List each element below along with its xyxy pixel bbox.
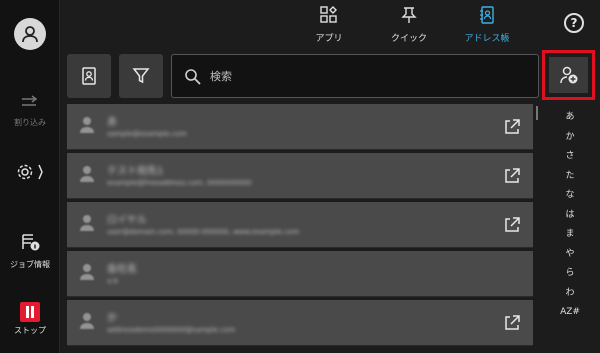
job-info-icon bbox=[22, 234, 40, 251]
filter-icon bbox=[132, 68, 150, 84]
contact-detail: a.b bbox=[107, 277, 118, 285]
job-info-label: ジョブ情報 bbox=[10, 260, 50, 269]
interrupt-label: 割り込み bbox=[14, 118, 46, 127]
contact-name: テスト宛先1 bbox=[107, 166, 164, 177]
contact-name: あ bbox=[107, 117, 117, 128]
left-sidebar: 割り込み ジョブ情報 ストップ bbox=[0, 0, 60, 353]
filter-button[interactable] bbox=[119, 54, 163, 98]
job-info-button[interactable]: ジョブ情報 bbox=[0, 232, 60, 270]
list-item[interactable]: 会社名 a.b bbox=[67, 251, 533, 297]
tab-quick[interactable]: クイック bbox=[379, 6, 439, 44]
open-external-icon[interactable] bbox=[503, 118, 521, 136]
contact-list: あ sample@example.com テスト宛先1 example@freeadd… bbox=[67, 104, 533, 349]
tab-apps-label: アプリ bbox=[315, 34, 343, 44]
open-external-icon[interactable] bbox=[503, 167, 521, 185]
interrupt-button[interactable]: 割り込み bbox=[0, 94, 60, 128]
stop-button[interactable]: ストップ bbox=[0, 302, 60, 336]
user-avatar-icon[interactable] bbox=[14, 18, 46, 50]
help-icon[interactable]: ? bbox=[564, 13, 584, 33]
settings-button[interactable] bbox=[0, 160, 60, 188]
top-tabs: アプリ クイック アドレス帳 ? bbox=[61, 0, 600, 50]
address-book-button[interactable] bbox=[67, 54, 111, 98]
contact-detail: addressdemo0000000@sample.com bbox=[107, 326, 236, 334]
person-icon bbox=[80, 264, 94, 280]
index-letter[interactable]: あ bbox=[547, 108, 593, 128]
list-item[interactable]: ロイヤル user@domain.com, 00000-000000, www.e… bbox=[67, 202, 533, 248]
apps-grid-icon bbox=[320, 6, 337, 23]
index-letter[interactable]: や bbox=[547, 245, 593, 265]
index-letter[interactable]: さ bbox=[547, 147, 593, 167]
open-external-icon[interactable] bbox=[503, 314, 521, 332]
tab-apps[interactable]: アプリ bbox=[299, 6, 359, 44]
list-item[interactable]: テスト宛先1 example@freeaddress.com, 000000000… bbox=[67, 153, 533, 199]
open-external-icon[interactable] bbox=[503, 216, 521, 234]
index-letter[interactable]: た bbox=[547, 167, 593, 187]
index-letter[interactable]: AZ# bbox=[547, 303, 593, 323]
stop-label: ストップ bbox=[14, 326, 46, 335]
contact-detail: example@freeaddress.com, 0000000000 bbox=[107, 179, 252, 187]
index-letter[interactable]: わ bbox=[547, 284, 593, 304]
contact-name: ロイヤル bbox=[107, 215, 147, 226]
stop-icon bbox=[20, 302, 40, 322]
index-letter[interactable]: な bbox=[547, 186, 593, 206]
tab-address-book[interactable]: アドレス帳 bbox=[457, 6, 517, 44]
tab-quick-label: クイック bbox=[390, 34, 427, 44]
contact-name: か bbox=[107, 313, 117, 324]
search-input[interactable] bbox=[210, 65, 530, 87]
pushpin-icon bbox=[401, 7, 417, 23]
scrollbar[interactable] bbox=[536, 106, 538, 120]
person-icon bbox=[80, 166, 94, 182]
search-icon bbox=[185, 69, 201, 85]
index-letter[interactable]: ら bbox=[547, 264, 593, 284]
address-book-icon bbox=[82, 67, 96, 85]
index-letter[interactable]: ま bbox=[547, 225, 593, 245]
interrupt-icon bbox=[22, 95, 38, 106]
index-letter[interactable]: か bbox=[547, 128, 593, 148]
add-contact-button[interactable] bbox=[542, 50, 595, 100]
index-letter[interactable]: は bbox=[547, 206, 593, 226]
person-icon bbox=[80, 313, 94, 329]
tab-address-book-label: アドレス帳 bbox=[464, 34, 510, 44]
contact-detail: user@domain.com, 00000-000000, www.examp… bbox=[107, 228, 300, 236]
search-box[interactable] bbox=[171, 54, 539, 98]
address-book-icon bbox=[480, 6, 494, 24]
person-icon bbox=[80, 117, 94, 133]
contact-name: 会社名 bbox=[107, 264, 137, 275]
person-icon bbox=[80, 215, 94, 231]
list-item[interactable]: あ sample@example.com bbox=[67, 104, 533, 150]
add-person-icon bbox=[560, 66, 578, 84]
kana-index: あかさたなはまやらわ AZ# bbox=[547, 108, 593, 323]
list-item[interactable]: か addressdemo0000000@sample.com bbox=[67, 300, 533, 346]
main-panel: アプリ クイック アドレス帳 ? あ sample@example.com テスト宛… bbox=[61, 0, 600, 353]
gear-icon bbox=[17, 164, 43, 180]
contact-detail: sample@example.com bbox=[107, 130, 187, 138]
